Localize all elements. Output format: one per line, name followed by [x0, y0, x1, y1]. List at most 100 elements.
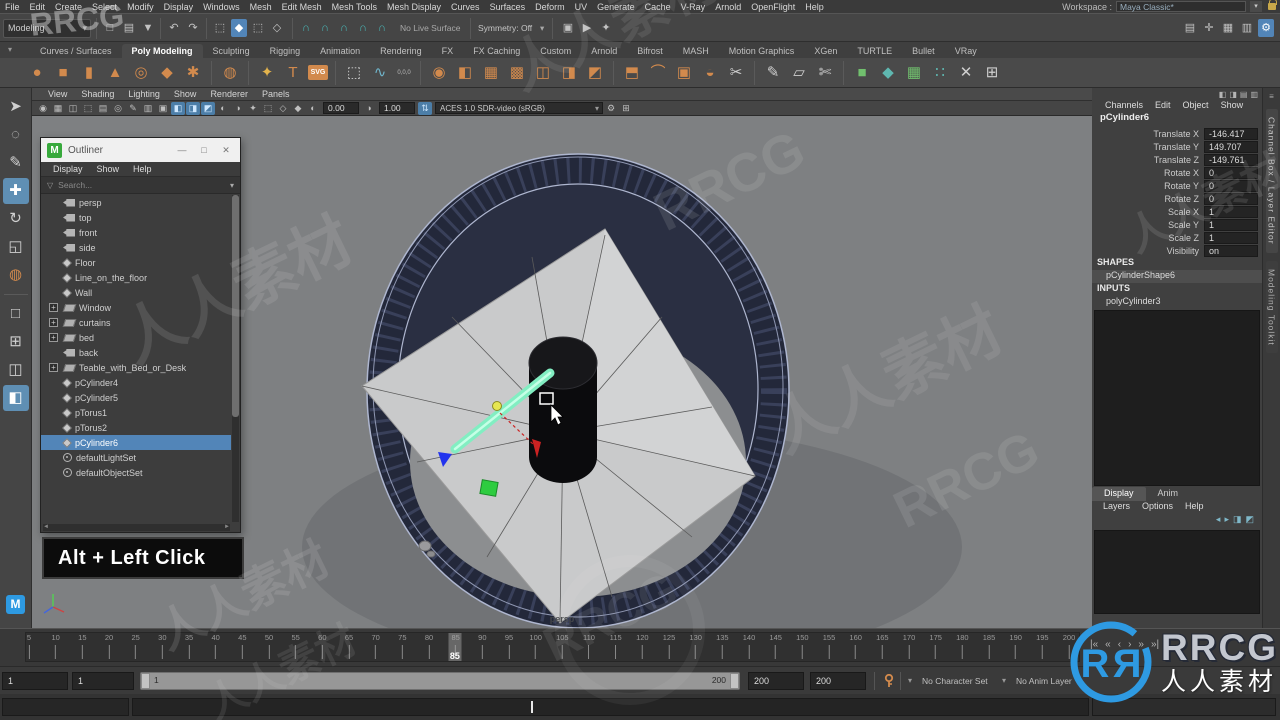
- motion-blur-icon[interactable]: ◑: [231, 102, 245, 115]
- playback-end-field[interactable]: 200: [748, 672, 804, 690]
- viewport-grid-icon[interactable]: ⊞: [619, 102, 633, 115]
- expand-icon[interactable]: +: [49, 333, 58, 342]
- mash-diamond-icon[interactable]: ◆: [877, 61, 899, 85]
- hyperbolic-icon[interactable]: ▥: [1250, 90, 1258, 99]
- rotate-tool[interactable]: ↻: [3, 206, 29, 232]
- scrollbar-thumb[interactable]: [232, 195, 239, 418]
- joints-xray-icon[interactable]: ◆: [291, 102, 305, 115]
- undo-icon[interactable]: ↶: [166, 19, 182, 37]
- menu-surfaces[interactable]: Surfaces: [485, 2, 531, 12]
- outliner-item-side[interactable]: side: [41, 240, 231, 255]
- step-forward-icon[interactable]: ›: [1128, 639, 1131, 650]
- channelbox-menu-channels[interactable]: Channels: [1100, 100, 1148, 110]
- image-plane-icon[interactable]: ▤: [96, 102, 110, 115]
- outliner-item-window[interactable]: + Window: [41, 300, 231, 315]
- outliner-item-defaultlightset[interactable]: defaultLightSet: [41, 450, 231, 465]
- menu-openflight[interactable]: OpenFlight: [746, 2, 800, 12]
- redo-icon[interactable]: ↷: [185, 19, 201, 37]
- layer-tab-display[interactable]: Display: [1092, 487, 1146, 501]
- shelf-tab-mash[interactable]: MASH: [673, 44, 719, 58]
- poly-cone-icon[interactable]: ▲: [104, 61, 126, 85]
- bevel-icon[interactable]: ⬒: [621, 61, 643, 85]
- horizontal-scrollbar[interactable]: ◄ ►: [43, 524, 230, 531]
- outliner-item-line-on-the-floor[interactable]: Line_on_the_floor: [41, 270, 231, 285]
- shelf-tab-custom[interactable]: Custom: [530, 44, 581, 58]
- outliner-menu-help[interactable]: Help: [127, 164, 158, 174]
- maximize-icon[interactable]: □: [196, 145, 212, 155]
- shelf-tab-motion-graphics[interactable]: Motion Graphics: [719, 44, 805, 58]
- bridge-icon[interactable]: ⌒: [647, 61, 669, 85]
- smooth-icon[interactable]: ▦: [480, 61, 502, 85]
- workspace-lock-icon[interactable]: [1268, 0, 1277, 10]
- outliner-item-bed[interactable]: + bed: [41, 330, 231, 345]
- sidebar-toggle-2-icon[interactable]: ✛: [1201, 19, 1217, 37]
- outliner-item-persp[interactable]: persp: [41, 195, 231, 210]
- panel-menu-view[interactable]: View: [42, 89, 73, 99]
- lasso-tool[interactable]: ◌: [3, 122, 29, 148]
- snap-plane-icon[interactable]: ∩: [355, 19, 371, 37]
- shelf-tab-fx[interactable]: FX: [432, 44, 464, 58]
- anim-layer-dropdown[interactable]: No Anim Layer: [1016, 676, 1072, 686]
- layer-menu-layers[interactable]: Layers: [1098, 501, 1135, 514]
- chevron-down-icon[interactable]: ▾: [540, 23, 544, 34]
- workspace-dropdown[interactable]: Maya Classic*: [1116, 1, 1246, 12]
- channel-value-field[interactable]: 1: [1204, 205, 1258, 218]
- character-set-dropdown[interactable]: No Character Set: [922, 676, 988, 686]
- channel-value-field[interactable]: on: [1204, 244, 1258, 257]
- outliner-item-wall[interactable]: Wall: [41, 285, 231, 300]
- shape-node[interactable]: pCylinderShape6: [1092, 270, 1262, 283]
- step-forward-key-icon[interactable]: »: [1138, 639, 1144, 650]
- poly-torus-icon[interactable]: ◎: [130, 61, 152, 85]
- joint-tool-icon[interactable]: ⬚: [343, 61, 365, 85]
- speed-fast-icon[interactable]: ▤: [1240, 90, 1248, 99]
- colorspace-icon[interactable]: ⇅: [418, 101, 432, 115]
- go-to-start-icon[interactable]: |«: [1090, 639, 1098, 650]
- render-icon[interactable]: ▣: [560, 19, 576, 37]
- new-layer-selected-icon[interactable]: ◩: [1245, 514, 1254, 529]
- mash-grid-icon[interactable]: ▦: [903, 61, 925, 85]
- menu-help[interactable]: Help: [800, 2, 829, 12]
- extrude-icon[interactable]: ▣: [673, 61, 695, 85]
- screenspace-ao-icon[interactable]: ◐: [216, 102, 230, 115]
- command-line-mode[interactable]: [2, 698, 129, 716]
- menu-uv[interactable]: UV: [570, 2, 593, 12]
- svg-tool-icon[interactable]: SVG: [308, 65, 328, 80]
- menu-deform[interactable]: Deform: [530, 2, 570, 12]
- channel-value-field[interactable]: -149.761: [1204, 153, 1258, 166]
- snap-curve-icon[interactable]: ∩: [317, 19, 333, 37]
- outliner-item-pcylinder6[interactable]: pCylinder6: [41, 435, 231, 450]
- outliner-item-back[interactable]: back: [41, 345, 231, 360]
- subdiv-icon[interactable]: ▩: [506, 61, 528, 85]
- shelf-tab-poly-modeling[interactable]: Poly Modeling: [121, 44, 203, 58]
- frame-ruler[interactable]: 5 10 15 20 25 30 35 40 45 50 55 60 65 70 75 80 85 90 95 100…: [25, 632, 1080, 662]
- layer-menu-help[interactable]: Help: [1180, 501, 1209, 514]
- menu-mesh-tools[interactable]: Mesh Tools: [327, 2, 382, 12]
- channel-value-field[interactable]: 1: [1204, 218, 1258, 231]
- channel-value-field[interactable]: 0: [1204, 192, 1258, 205]
- snap-point-icon[interactable]: ∩: [336, 19, 352, 37]
- menu-generate[interactable]: Generate: [592, 2, 640, 12]
- paint-select-tool[interactable]: ✎: [3, 150, 29, 176]
- outliner-item-teable-with-bed-or-desk[interactable]: + Teable_with_Bed_or_Desk: [41, 360, 231, 375]
- outliner-menu-display[interactable]: Display: [47, 164, 89, 174]
- sidebar-toggle-3-icon[interactable]: ▦: [1220, 19, 1236, 37]
- channel-value-field[interactable]: 149.707: [1204, 140, 1258, 153]
- raise-panel-icon[interactable]: ≡: [1269, 92, 1274, 101]
- shelf-tab-animation[interactable]: Animation: [310, 44, 370, 58]
- ep-curve-icon[interactable]: ∿: [369, 61, 391, 85]
- chevron-down-icon[interactable]: ▾: [1002, 676, 1006, 685]
- layer-tab-anim[interactable]: Anim: [1146, 487, 1191, 501]
- speed-med-icon[interactable]: ◨: [1229, 90, 1237, 99]
- speed-slow-icon[interactable]: ◧: [1219, 90, 1227, 99]
- layer-move-down-icon[interactable]: ▸: [1224, 514, 1229, 529]
- last-tool[interactable]: ◍: [3, 262, 29, 288]
- delete-history-icon[interactable]: ✕: [955, 61, 977, 85]
- menu-set-dropdown[interactable]: Modeling: [3, 19, 91, 38]
- separate-icon[interactable]: ◧: [454, 61, 476, 85]
- outliner-item-defaultobjectset[interactable]: defaultObjectSet: [41, 465, 231, 480]
- new-empty-layer-icon[interactable]: ◨: [1233, 514, 1242, 529]
- viewport-gear-icon[interactable]: ⚙: [604, 102, 618, 115]
- expand-icon[interactable]: +: [49, 318, 58, 327]
- grease-pencil-icon[interactable]: ✎: [126, 102, 140, 115]
- lock-camera-icon[interactable]: ▦: [51, 102, 65, 115]
